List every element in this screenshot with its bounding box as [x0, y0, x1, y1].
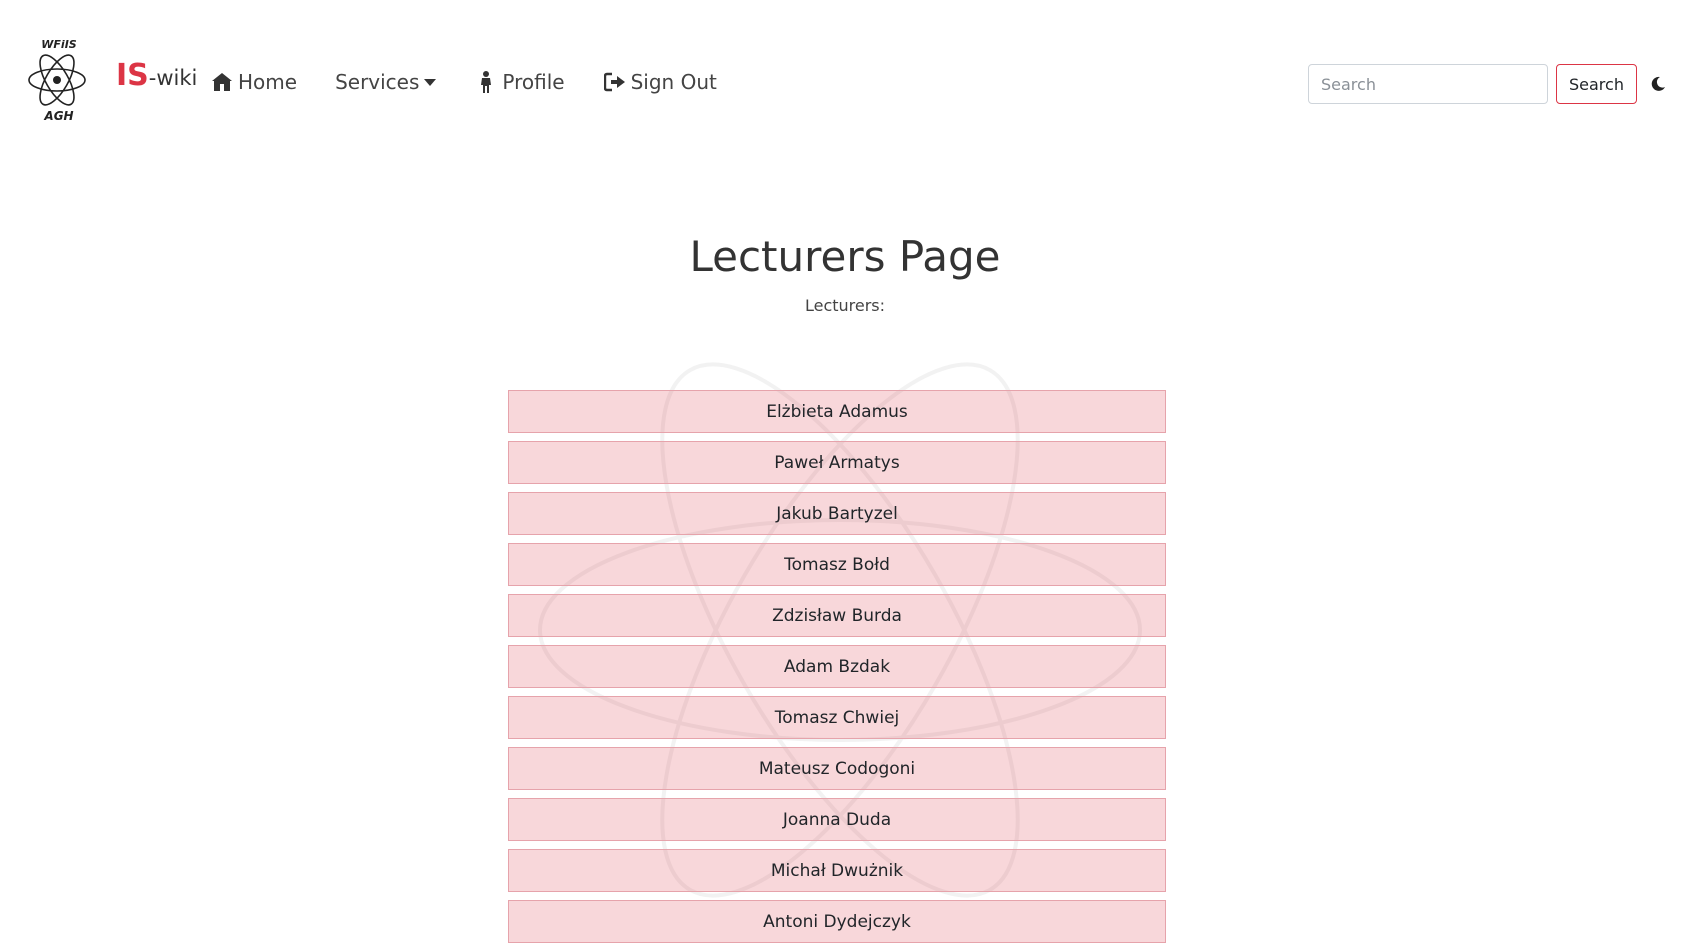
- brand-suffix: -wiki: [148, 66, 198, 90]
- lecturer-item[interactable]: Tomasz Bołd: [508, 543, 1166, 586]
- home-icon: [210, 70, 234, 94]
- nav-home-label: Home: [238, 70, 298, 94]
- nav-profile[interactable]: Profile: [474, 70, 565, 94]
- lecturer-item[interactable]: Zdzisław Burda: [508, 594, 1166, 637]
- person-icon: [474, 70, 498, 94]
- search-button[interactable]: Search: [1556, 64, 1637, 104]
- search-input[interactable]: [1308, 64, 1548, 104]
- moon-icon: [1651, 76, 1665, 91]
- lecturer-item[interactable]: Adam Bzdak: [508, 645, 1166, 688]
- nav-services-label: Services: [335, 70, 420, 94]
- main-nav: Home Services Profile Sign Out: [210, 62, 755, 102]
- nav-signout-label: Sign Out: [630, 70, 717, 94]
- svg-text:AGH: AGH: [43, 109, 73, 123]
- lecturer-item[interactable]: Tomasz Chwiej: [508, 696, 1166, 739]
- wfiis-agh-logo: WFiIS AGH: [28, 38, 86, 123]
- nav-profile-label: Profile: [502, 70, 565, 94]
- navbar: WFiIS AGH IS-wiki Home Services Profile …: [0, 0, 1690, 160]
- lecturer-item[interactable]: Jakub Bartyzel: [508, 492, 1166, 535]
- lecturer-list: Elżbieta Adamus Paweł Armatys Jakub Bart…: [508, 390, 1166, 951]
- lecturer-item[interactable]: Joanna Duda: [508, 798, 1166, 841]
- chevron-down-icon: [424, 78, 437, 86]
- lecturer-item[interactable]: Paweł Armatys: [508, 441, 1166, 484]
- brand-name: IS-wiki: [116, 58, 197, 93]
- brand-link[interactable]: WFiIS AGH IS-wiki: [24, 36, 197, 124]
- lecturer-item[interactable]: Antoni Dydejczyk: [508, 900, 1166, 943]
- lecturer-item[interactable]: Elżbieta Adamus: [508, 390, 1166, 433]
- svg-text:WFiIS: WFiIS: [41, 38, 77, 51]
- nav-home[interactable]: Home: [210, 70, 297, 94]
- search-form: Search: [1308, 64, 1637, 104]
- sign-out-icon: [603, 70, 627, 94]
- lecturer-item[interactable]: Michał Dwużnik: [508, 849, 1166, 892]
- nav-services-dropdown[interactable]: Services: [335, 70, 437, 94]
- nav-signout[interactable]: Sign Out: [603, 70, 717, 94]
- brand-accent: IS: [116, 58, 149, 93]
- theme-toggle-button[interactable]: [1646, 72, 1670, 96]
- page-subtitle: Lecturers:: [804, 296, 886, 315]
- lecturer-item[interactable]: Mateusz Codogoni: [508, 747, 1166, 790]
- page-title: Lecturers Page: [689, 232, 1001, 281]
